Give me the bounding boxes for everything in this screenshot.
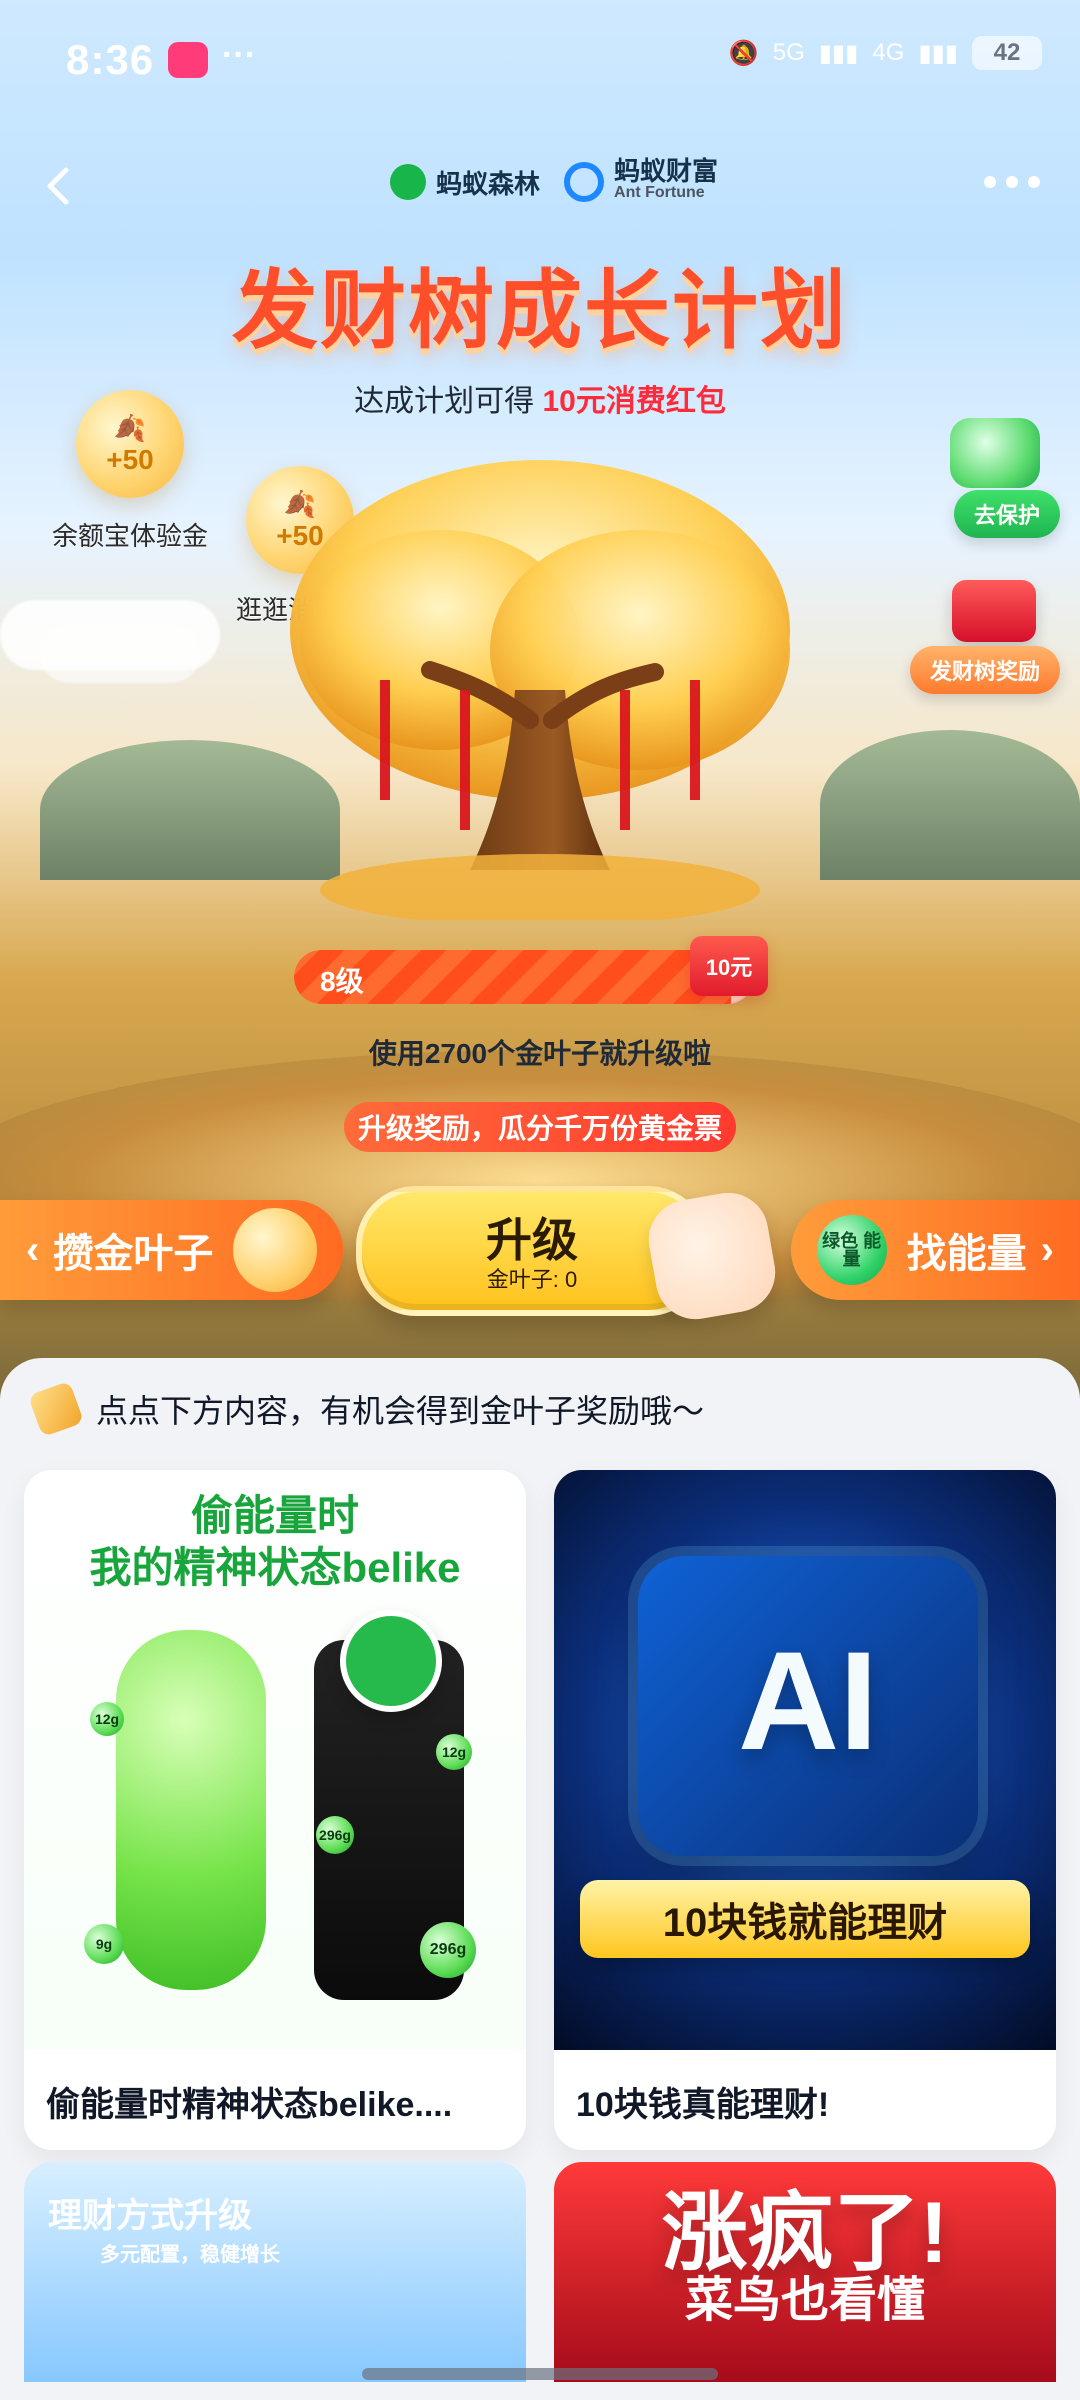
brand-ant-fortune-en: Ant Fortune <box>614 184 705 201</box>
brand-ant-forest-label: 蚂蚁森林 <box>436 168 541 199</box>
battery: 42 <box>972 36 1042 70</box>
card-1-image-text-2: 我的精神状态belike <box>89 1544 461 1591</box>
tree-reward-button[interactable]: 发财树奖励 <box>909 646 1060 694</box>
status-time: 8:36 <box>66 36 155 83</box>
ant-forest-head-logo-icon <box>340 1610 442 1712</box>
upgrade-hint: 使用2700个金叶子就升级啦 <box>368 1038 712 1069</box>
network-4g: 4G <box>872 39 905 66</box>
top-nav: 蚂蚁森林 蚂蚁财富 Ant Fortune <box>0 150 1080 230</box>
content-card-4-image[interactable]: 涨疯了! 菜鸟也看懂 <box>554 2162 1056 2382</box>
energy-sticker: 12g <box>90 1702 124 1736</box>
reward-coin-1-label: 余额宝体验金 <box>52 521 209 551</box>
ai-chip-illustration: AI <box>638 1556 978 1856</box>
ant-forest-logo-icon <box>390 164 426 200</box>
ant-fortune-logo-icon <box>564 162 605 202</box>
panel-header-text: 点点下方内容，有机会得到金叶子奖励哦～ <box>96 1393 705 1429</box>
protect-button[interactable]: 去保护 <box>953 490 1060 538</box>
card-2-image: AI 10块钱就能理财 <box>554 1470 1056 2050</box>
ai-text: AI <box>738 1622 878 1779</box>
chevron-left-icon: ‹ <box>26 1227 40 1272</box>
status-right: 🔕 5G ▮▮▮ 4G ▮▮▮ 42 <box>729 36 1042 70</box>
hero-title: 发财树成长计划 <box>232 263 848 359</box>
card-1-caption: 偷能量时精神状态belike.... <box>46 2086 453 2124</box>
cloud <box>40 625 200 683</box>
battery-level: 42 <box>993 39 1021 66</box>
subtitle-highlight: 10元消费红包 <box>542 385 726 418</box>
more-dot <box>984 176 996 188</box>
hero-background: 8:36 ··· 🔕 5G ▮▮▮ 4G ▮▮▮ 42 蚂蚁森林 蚂蚁财富 An… <box>0 0 1080 1400</box>
brand-ant-fortune: 蚂蚁财富 Ant Fortune <box>564 156 719 204</box>
brand-ant-fortune-text: 蚂蚁财富 Ant Fortune <box>614 156 719 204</box>
gold-leaf-icon <box>233 1208 318 1292</box>
card-3-title: 理财方式升级 <box>48 2197 252 2235</box>
signal-icon: ▮▮▮ <box>818 39 859 67</box>
find-energy-button[interactable]: 绿色 能量 找能量 › <box>790 1200 1080 1300</box>
reward-coin-1[interactable]: 🍂 +50 <box>76 390 184 498</box>
level-reward-badge: 10元 <box>690 936 768 996</box>
app-icon <box>168 42 208 78</box>
energy-sticker: 9g <box>84 1924 124 1964</box>
brand-row: 蚂蚁森林 蚂蚁财富 Ant Fortune <box>390 156 719 204</box>
upgrade-subtitle: 金叶子: 0 <box>486 1267 578 1292</box>
panel-header: 点点下方内容，有机会得到金叶子奖励哦～ <box>27 1380 705 1438</box>
gold-leaf-icon <box>27 1380 85 1438</box>
energy-sticker: 296g <box>316 1816 354 1854</box>
status-extra: ··· <box>222 36 256 74</box>
leaf-icon: 🍂 <box>113 412 147 443</box>
content-panel: 点点下方内容，有机会得到金叶子奖励哦～ 偷能量时 我的精神状态belike 12… <box>0 1358 1080 2400</box>
network-5g: 5G <box>772 39 805 66</box>
card-2-caption: 10块钱真能理财! <box>576 2086 830 2124</box>
card-1-image: 偷能量时 我的精神状态belike 12g 12g 296g 9g 296g <box>24 1470 526 2050</box>
energy-sticker: 12g <box>436 1734 472 1770</box>
mute-icon: 🔕 <box>728 39 759 67</box>
energy-sticker: 296g <box>420 1922 476 1978</box>
more-button[interactable] <box>984 176 1040 188</box>
home-indicator[interactable] <box>362 2368 718 2380</box>
signal-icon: ▮▮▮ <box>918 39 958 67</box>
red-envelope-icon <box>952 580 1036 642</box>
card-3-sub: 多元配置，稳健增长 <box>100 2244 280 2266</box>
card-1-image-text: 偷能量时 我的精神状态belike <box>24 1490 526 1594</box>
more-dot <box>1028 176 1040 188</box>
more-dot <box>1006 176 1018 188</box>
collect-gold-leaves-label: 攒金叶子 <box>53 1232 214 1276</box>
sprout-icon <box>950 418 1040 488</box>
content-card-2[interactable]: AI 10块钱就能理财 10块钱真能理财! <box>554 1470 1056 2150</box>
subtitle-prefix: 达成计划可得 <box>354 385 535 418</box>
card-1-image-text-1: 偷能量时 <box>190 1492 359 1539</box>
reward-coin-1-value: +50 <box>106 443 154 475</box>
hill <box>820 730 1080 880</box>
back-icon[interactable] <box>36 162 84 210</box>
level-progress-bar: 8级 <box>294 950 754 1004</box>
upgrade-reward-banner[interactable]: 升级奖励，瓜分千万份黄金票 <box>344 1102 736 1152</box>
collect-gold-leaves-button[interactable]: ‹ 攒金叶子 <box>0 1200 344 1300</box>
brand-ant-forest: 蚂蚁森林 <box>390 164 540 201</box>
content-card-3-image[interactable]: 理财方式升级 多元配置，稳健增长 <box>24 2162 526 2382</box>
card-4-sub: 菜鸟也看懂 <box>684 2274 925 2327</box>
card-2-banner: 10块钱就能理财 <box>580 1880 1030 1958</box>
brand-ant-fortune-label: 蚂蚁财富 <box>614 156 719 186</box>
find-energy-label: 找能量 <box>906 1232 1027 1276</box>
level-label: 8级 <box>320 966 364 997</box>
green-creature-illustration <box>116 1630 266 1990</box>
green-energy-icon: 绿色 能量 <box>816 1215 887 1285</box>
status-bar: 8:36 ··· 🔕 5G ▮▮▮ 4G ▮▮▮ 42 <box>0 0 1080 110</box>
money-tree-illustration <box>290 460 790 920</box>
chevron-right-icon: › <box>1040 1227 1054 1272</box>
content-card-1[interactable]: 偷能量时 我的精神状态belike 12g 12g 296g 9g 296g 偷… <box>24 1470 526 2150</box>
